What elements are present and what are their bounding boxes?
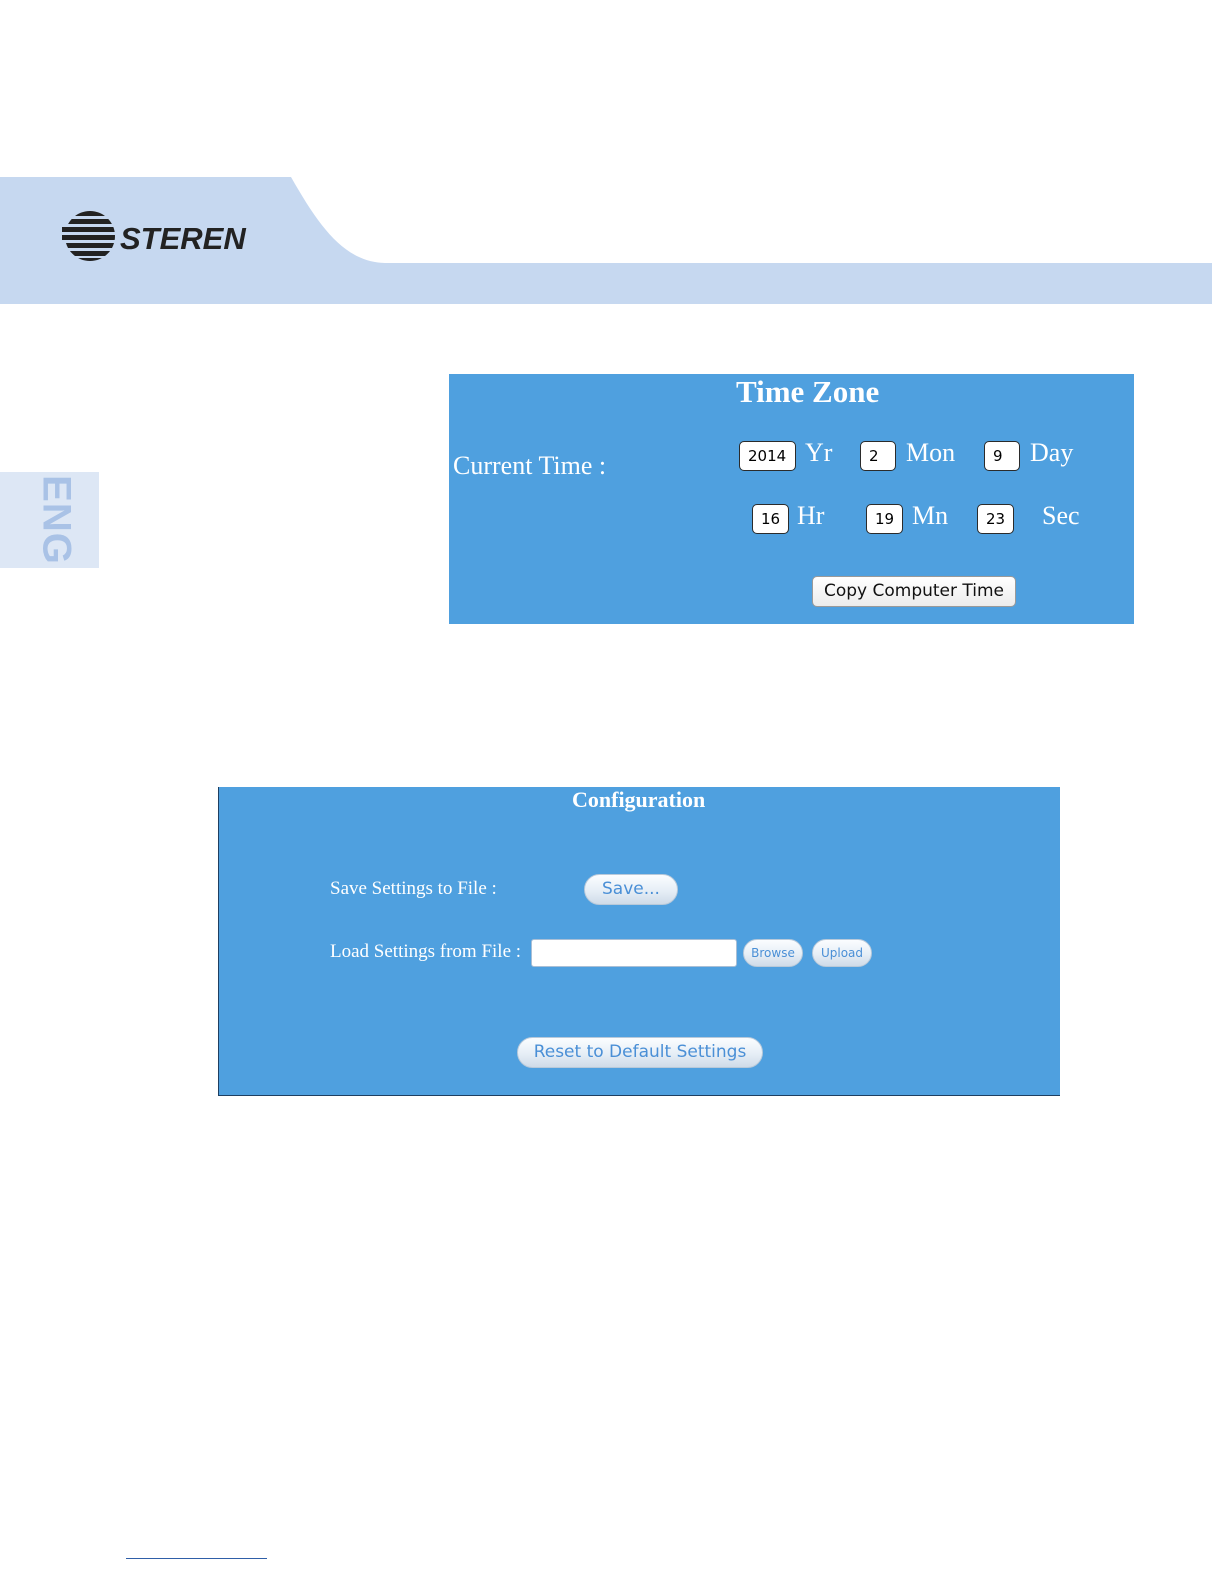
second-unit-label: Sec bbox=[1042, 501, 1080, 530]
footer-rule bbox=[126, 1558, 267, 1559]
save-settings-label: Save Settings to File : bbox=[330, 878, 497, 899]
month-unit-label: Mon bbox=[906, 438, 956, 467]
language-tab: ENG bbox=[0, 472, 99, 568]
steren-logo-graphic: STEREN bbox=[62, 211, 246, 261]
browse-button[interactable]: Browse bbox=[743, 939, 803, 967]
load-settings-label: Load Settings from File : bbox=[330, 941, 522, 962]
minute-field[interactable]: 19 bbox=[866, 504, 903, 534]
logo-wordmark: STEREN bbox=[120, 221, 246, 256]
header-band bbox=[0, 0, 1224, 320]
year-unit-label: Yr bbox=[805, 438, 833, 467]
day-field[interactable]: 9 bbox=[984, 441, 1020, 471]
second-field[interactable]: 23 bbox=[977, 504, 1014, 534]
copy-computer-time-button[interactable]: Copy Computer Time bbox=[812, 576, 1016, 607]
steren-logo: STEREN bbox=[62, 210, 257, 266]
header-band-shape bbox=[0, 177, 1212, 304]
language-tab-label: ENG bbox=[34, 475, 79, 565]
time-zone-panel: Time Zone Current Time : 2014 Yr 2 Mon 9… bbox=[449, 374, 1134, 624]
configuration-panel: Configuration Save Settings to File : Sa… bbox=[218, 787, 1060, 1096]
day-unit-label: Day bbox=[1030, 438, 1074, 467]
current-time-label: Current Time : bbox=[453, 451, 607, 480]
hour-unit-label: Hr bbox=[797, 501, 825, 530]
upload-button[interactable]: Upload bbox=[812, 939, 872, 967]
reset-default-settings-button[interactable]: Reset to Default Settings bbox=[517, 1037, 763, 1068]
time-zone-title: Time Zone bbox=[736, 374, 880, 409]
minute-unit-label: Mn bbox=[912, 501, 949, 530]
save-button[interactable]: Save... bbox=[584, 874, 678, 905]
settings-file-input[interactable] bbox=[531, 939, 737, 967]
configuration-title: Configuration bbox=[572, 787, 706, 812]
month-field[interactable]: 2 bbox=[860, 441, 896, 471]
hour-field[interactable]: 16 bbox=[752, 504, 789, 534]
year-field[interactable]: 2014 bbox=[739, 441, 796, 471]
